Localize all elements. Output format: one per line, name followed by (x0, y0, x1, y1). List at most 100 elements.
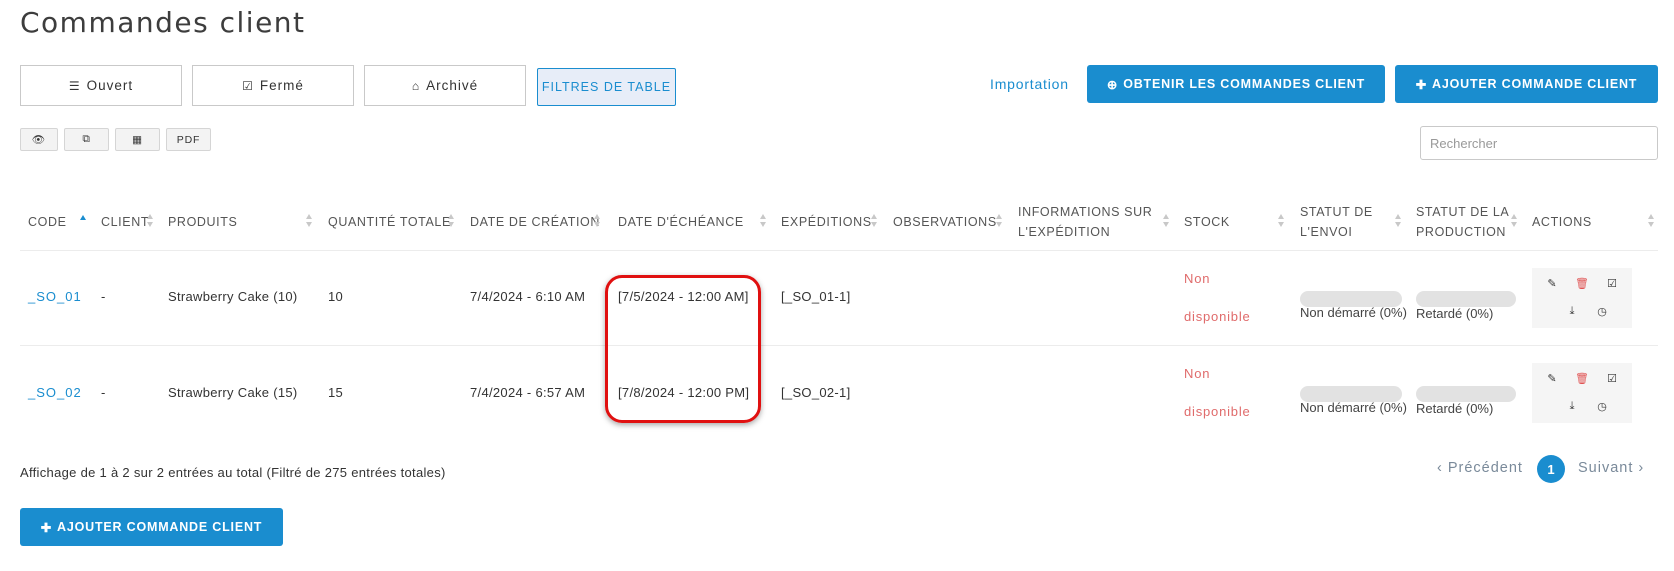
th-envoi-line-1: STATUT DE (1300, 205, 1373, 219)
tab-archive[interactable]: ⌂ Archivé (364, 65, 526, 106)
row-2-stock: Non disponible (1184, 355, 1251, 431)
sort-icon[interactable] (1511, 214, 1518, 228)
table-icon: ▦ (132, 133, 143, 146)
page-title: Commandes client (20, 6, 306, 39)
sort-icon[interactable] (306, 214, 313, 228)
row-2-quantite: 15 (328, 385, 344, 400)
edit-icon[interactable]: ✎ (1542, 368, 1562, 388)
row-1-client: - (101, 289, 106, 304)
copy-icon: ⧉ (82, 133, 91, 145)
row-1-expeditions: [_SO_01-1] (781, 289, 851, 304)
th-code[interactable]: CODE (28, 212, 67, 232)
sort-icon[interactable] (1648, 214, 1655, 228)
row-divider (20, 345, 1658, 346)
row-1-code-link[interactable]: _SO_01 (28, 289, 82, 304)
pagination-page-1[interactable]: 1 (1537, 455, 1565, 483)
th-actions: ACTIONS (1532, 215, 1592, 229)
th-quantite[interactable]: QUANTITÉ TOTALE (328, 212, 451, 232)
row-2-envoi-label: Non démarré (0%) (1300, 400, 1407, 415)
download-circle-icon: ⊕ (1106, 77, 1119, 92)
row-1-prod-progress-bar (1416, 291, 1516, 307)
row-1-quantite: 10 (328, 289, 344, 304)
header-divider (20, 250, 1658, 251)
stock-line-2: disponible (1184, 309, 1251, 324)
copy-button[interactable]: ⧉ (64, 128, 109, 151)
download-icon[interactable]: ⤓ (1562, 301, 1582, 321)
sort-icon[interactable] (1163, 214, 1170, 228)
row-2-client: - (101, 385, 106, 400)
row-1-prod-label: Retardé (0%) (1416, 306, 1494, 321)
row-1-actions: ✎ 🗑 ☑ ⤓ ◷ (1532, 268, 1632, 328)
th-statut-production[interactable]: STATUT DE LA PRODUCTION (1416, 202, 1509, 242)
stock-line-2: disponible (1184, 404, 1251, 419)
add-order-bottom-label: AJOUTER COMMANDE CLIENT (57, 520, 263, 534)
plus-icon: ✚ (1415, 77, 1428, 92)
sort-icon[interactable] (448, 214, 455, 228)
tab-label: Ouvert (86, 78, 134, 93)
stock-line-1: Non (1184, 271, 1211, 286)
search-input[interactable] (1420, 126, 1658, 160)
th-client[interactable]: CLIENT (101, 212, 149, 232)
table-info: Affichage de 1 à 2 sur 2 entrées au tota… (20, 465, 446, 480)
sort-icon[interactable] (147, 214, 154, 228)
stock-line-1: Non (1184, 366, 1211, 381)
th-stock[interactable]: STOCK (1184, 212, 1230, 232)
th-info-line-2: L'EXPÉDITION (1018, 225, 1111, 239)
delete-icon[interactable]: 🗑 (1572, 273, 1592, 293)
th-date-echeance[interactable]: DATE D'ÉCHÉANCE (618, 212, 744, 232)
th-expeditions[interactable]: EXPÉDITIONS (781, 212, 872, 232)
excel-button[interactable]: ▦ (115, 128, 160, 151)
th-produits[interactable]: PRODUITS (168, 212, 237, 232)
checkbox-icon: ☑ (242, 78, 254, 93)
row-1-stock: Non disponible (1184, 260, 1251, 336)
th-observations[interactable]: OBSERVATIONS (893, 212, 997, 232)
th-date-creation[interactable]: DATE DE CRÉATION (470, 212, 600, 232)
history-icon[interactable]: ◷ (1592, 301, 1612, 321)
tab-ouvert[interactable]: ☰ Ouvert (20, 65, 182, 106)
sort-icon[interactable] (760, 214, 767, 228)
pagination-next[interactable]: Suivant › (1578, 460, 1644, 476)
row-1-date-creation: 7/4/2024 - 6:10 AM (470, 289, 586, 304)
th-statut-envoi[interactable]: STATUT DE L'ENVOI (1300, 202, 1373, 242)
sort-asc-icon[interactable] (80, 215, 87, 229)
sort-icon[interactable] (996, 214, 1003, 228)
check-icon[interactable]: ☑ (1602, 273, 1622, 293)
eye-icon: 👁 (31, 134, 47, 146)
add-order-button[interactable]: ✚ AJOUTER COMMANDE CLIENT (1395, 65, 1658, 103)
delete-icon[interactable]: 🗑 (1572, 368, 1592, 388)
sort-icon[interactable] (871, 214, 878, 228)
tab-label: Fermé (259, 78, 304, 93)
table-filters-button[interactable]: FILTRES DE TABLE (537, 68, 676, 106)
row-2-expeditions: [_SO_02-1] (781, 385, 851, 400)
row-1-envoi-label: Non démarré (0%) (1300, 305, 1407, 320)
edit-icon[interactable]: ✎ (1542, 273, 1562, 293)
tab-ferme[interactable]: ☑ Fermé (192, 65, 354, 106)
row-1-produits: Strawberry Cake (10) (168, 289, 298, 304)
add-order-bottom-button[interactable]: ✚ AJOUTER COMMANDE CLIENT (20, 508, 283, 546)
row-2-prod-label: Retardé (0%) (1416, 401, 1494, 416)
row-2-prod-progress-bar (1416, 386, 1516, 402)
history-icon[interactable]: ◷ (1592, 396, 1612, 416)
due-date-highlight (605, 275, 761, 423)
pdf-button[interactable]: PDF (166, 128, 211, 151)
check-icon[interactable]: ☑ (1602, 368, 1622, 388)
th-prod-line-2: PRODUCTION (1416, 225, 1507, 239)
th-envoi-line-2: L'ENVOI (1300, 225, 1353, 239)
row-2-actions: ✎ 🗑 ☑ ⤓ ◷ (1532, 363, 1632, 423)
download-icon[interactable]: ⤓ (1562, 396, 1582, 416)
sort-icon[interactable] (1278, 214, 1285, 228)
import-link[interactable]: Importation (990, 76, 1069, 92)
plus-icon: ✚ (40, 520, 53, 535)
column-visibility-button[interactable]: 👁 (20, 128, 58, 151)
row-2-code-link[interactable]: _SO_02 (28, 385, 82, 400)
row-2-produits: Strawberry Cake (15) (168, 385, 298, 400)
tab-label: Archivé (426, 78, 479, 93)
get-orders-button[interactable]: ⊕ OBTENIR LES COMMANDES CLIENT (1087, 65, 1385, 103)
pagination-previous[interactable]: ‹ Précédent (1437, 460, 1523, 476)
th-info-expedition[interactable]: INFORMATIONS SUR L'EXPÉDITION (1018, 202, 1152, 242)
sort-icon[interactable] (1395, 214, 1402, 228)
row-2-date-creation: 7/4/2024 - 6:57 AM (470, 385, 586, 400)
sort-icon[interactable] (594, 214, 601, 228)
inbox-icon: ⌂ (411, 78, 421, 93)
th-prod-line-1: STATUT DE LA (1416, 205, 1510, 219)
